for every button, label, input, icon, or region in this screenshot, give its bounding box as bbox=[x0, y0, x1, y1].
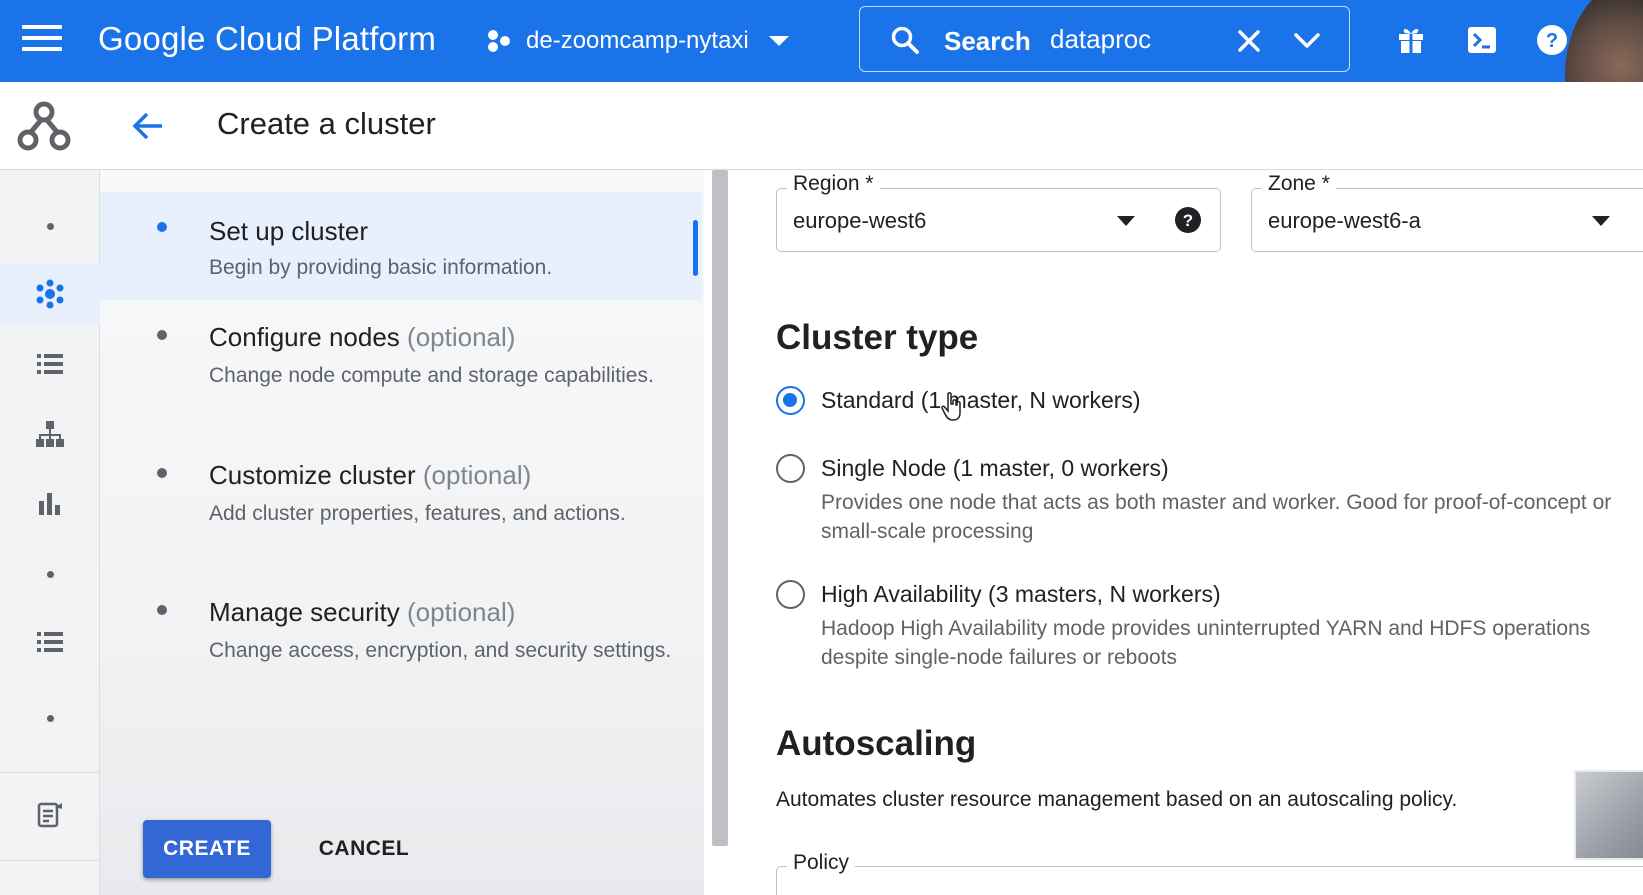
dropdown-arrow-icon bbox=[1592, 216, 1610, 226]
policy-select[interactable]: Policy bbox=[776, 851, 1643, 895]
rail-item-jobs[interactable] bbox=[0, 334, 100, 394]
clusters-icon bbox=[36, 279, 64, 309]
zone-label: Zone * bbox=[1262, 172, 1336, 196]
hand-cursor-icon bbox=[941, 392, 961, 421]
dataproc-logo-icon bbox=[17, 101, 71, 151]
list-icon bbox=[37, 354, 63, 374]
search-label: Search bbox=[944, 26, 1031, 56]
radio-single-node-label[interactable]: Single Node (1 master, 0 workers) bbox=[821, 455, 1169, 482]
video-thumbnail bbox=[1574, 770, 1643, 860]
step-optional: (optional) bbox=[407, 322, 516, 352]
step-optional: (optional) bbox=[422, 460, 532, 490]
search-icon bbox=[891, 26, 919, 54]
step-bullet bbox=[157, 330, 167, 340]
rail-divider bbox=[0, 772, 100, 773]
close-icon[interactable] bbox=[1234, 26, 1264, 56]
zone-select[interactable]: Zone * europe-west6-a bbox=[1251, 172, 1643, 252]
list-icon bbox=[37, 632, 63, 652]
rail-item-dot[interactable] bbox=[0, 544, 100, 604]
top-app-bar: Google Cloud Platform de-zoomcamp-nytaxi… bbox=[0, 0, 1643, 170]
region-value: europe-west6 bbox=[793, 208, 927, 233]
help-icon[interactable]: ? bbox=[1173, 205, 1203, 235]
page-title: Create a cluster bbox=[217, 106, 436, 141]
step-title: Set up cluster bbox=[209, 216, 368, 246]
rail-item-list[interactable] bbox=[0, 612, 100, 672]
autoscaling-desc: Automates cluster resource management ba… bbox=[776, 788, 1458, 811]
page-header: Create a cluster bbox=[100, 82, 1643, 170]
step-desc: Begin by providing basic information. bbox=[209, 256, 553, 279]
radio-single-node-desc: Provides one node that acts as both mast… bbox=[821, 491, 1612, 543]
policy-label: Policy bbox=[787, 851, 856, 875]
radio-high-availability-label[interactable]: High Availability (3 masters, N workers) bbox=[821, 581, 1221, 608]
side-rail bbox=[0, 82, 100, 895]
step-title: Manage security (optional) bbox=[209, 597, 515, 628]
step-title: Configure nodes (optional) bbox=[209, 322, 515, 353]
radio-standard-label[interactable]: Standard (1 master, N workers) bbox=[821, 387, 1141, 414]
radio-standard[interactable] bbox=[776, 386, 805, 415]
rail-divider bbox=[0, 860, 100, 861]
create-button[interactable]: CREATE bbox=[143, 820, 271, 878]
cluster-type-heading: Cluster type bbox=[776, 318, 979, 357]
dot-icon bbox=[46, 222, 54, 230]
rail-item-dot[interactable] bbox=[0, 688, 100, 748]
region-select[interactable]: Region * europe-west6 ? bbox=[776, 172, 1221, 252]
rail-item-clusters[interactable] bbox=[0, 264, 100, 324]
step-bullet bbox=[157, 468, 167, 478]
search-input[interactable] bbox=[1050, 20, 1250, 58]
step-set-up-cluster[interactable]: Set up cluster Begin by providing basic … bbox=[100, 192, 702, 300]
step-optional: (optional) bbox=[407, 597, 516, 627]
active-step-indicator bbox=[693, 220, 698, 276]
step-title-text: Customize cluster bbox=[209, 460, 416, 490]
project-selector[interactable]: de-zoomcamp-nytaxi bbox=[486, 22, 789, 60]
rail-item-dot[interactable] bbox=[0, 196, 100, 256]
radio-high-availability[interactable] bbox=[776, 580, 805, 609]
gift-icon[interactable] bbox=[1393, 22, 1429, 58]
rail-item-metrics[interactable] bbox=[0, 474, 100, 534]
menu-icon[interactable] bbox=[22, 25, 62, 57]
stepper-scrollbar[interactable] bbox=[712, 170, 728, 846]
step-title-text: Manage security bbox=[209, 597, 400, 627]
step-title: Customize cluster (optional) bbox=[209, 460, 531, 491]
notes-icon bbox=[37, 802, 62, 828]
step-bullet bbox=[157, 222, 167, 232]
help-icon[interactable]: ? bbox=[1534, 22, 1570, 58]
step-manage-security[interactable]: Manage security (optional) Change access… bbox=[100, 575, 702, 703]
stepper-panel: Set up cluster Begin by providing basic … bbox=[100, 170, 728, 895]
dataproc-logo[interactable] bbox=[0, 82, 100, 170]
back-arrow-icon[interactable] bbox=[130, 108, 166, 144]
autoscaling-heading: Autoscaling bbox=[776, 724, 977, 763]
brand-title[interactable]: Google Cloud Platform bbox=[98, 20, 436, 58]
region-label: Region * bbox=[787, 172, 880, 196]
step-configure-nodes[interactable]: Configure nodes (optional) Change node c… bbox=[100, 300, 702, 428]
project-name: de-zoomcamp-nytaxi bbox=[526, 27, 749, 54]
rail-item-release-notes[interactable] bbox=[0, 784, 100, 844]
search-box[interactable]: Search bbox=[859, 6, 1350, 72]
zone-value: europe-west6-a bbox=[1268, 208, 1421, 233]
dot-icon bbox=[46, 714, 54, 722]
hierarchy-icon bbox=[36, 421, 64, 447]
dot-icon bbox=[46, 570, 54, 578]
step-desc: Add cluster properties, features, and ac… bbox=[209, 502, 626, 525]
radio-single-node[interactable] bbox=[776, 454, 805, 483]
svg-text:?: ? bbox=[1546, 30, 1558, 52]
step-title-text: Configure nodes bbox=[209, 322, 400, 352]
cloud-shell-icon[interactable] bbox=[1464, 22, 1500, 58]
cluster-form: Region * europe-west6 ? Zone * europe-we… bbox=[730, 170, 1643, 895]
dropdown-arrow-icon bbox=[1117, 216, 1135, 226]
chevron-down-icon bbox=[768, 36, 789, 46]
bar-chart-icon bbox=[39, 493, 60, 515]
project-dots-icon bbox=[488, 30, 510, 52]
svg-text:?: ? bbox=[1183, 211, 1193, 230]
step-bullet bbox=[157, 605, 167, 615]
chevron-down-icon[interactable] bbox=[1292, 29, 1322, 53]
cancel-button[interactable]: CANCEL bbox=[294, 820, 434, 878]
radio-high-availability-desc: Hadoop High Availability mode provides u… bbox=[821, 617, 1591, 669]
step-desc: Change node compute and storage capabili… bbox=[209, 364, 654, 387]
step-desc: Change access, encryption, and security … bbox=[209, 639, 672, 662]
rail-item-workflows[interactable] bbox=[0, 404, 100, 464]
step-customize-cluster[interactable]: Customize cluster (optional) Add cluster… bbox=[100, 438, 702, 566]
